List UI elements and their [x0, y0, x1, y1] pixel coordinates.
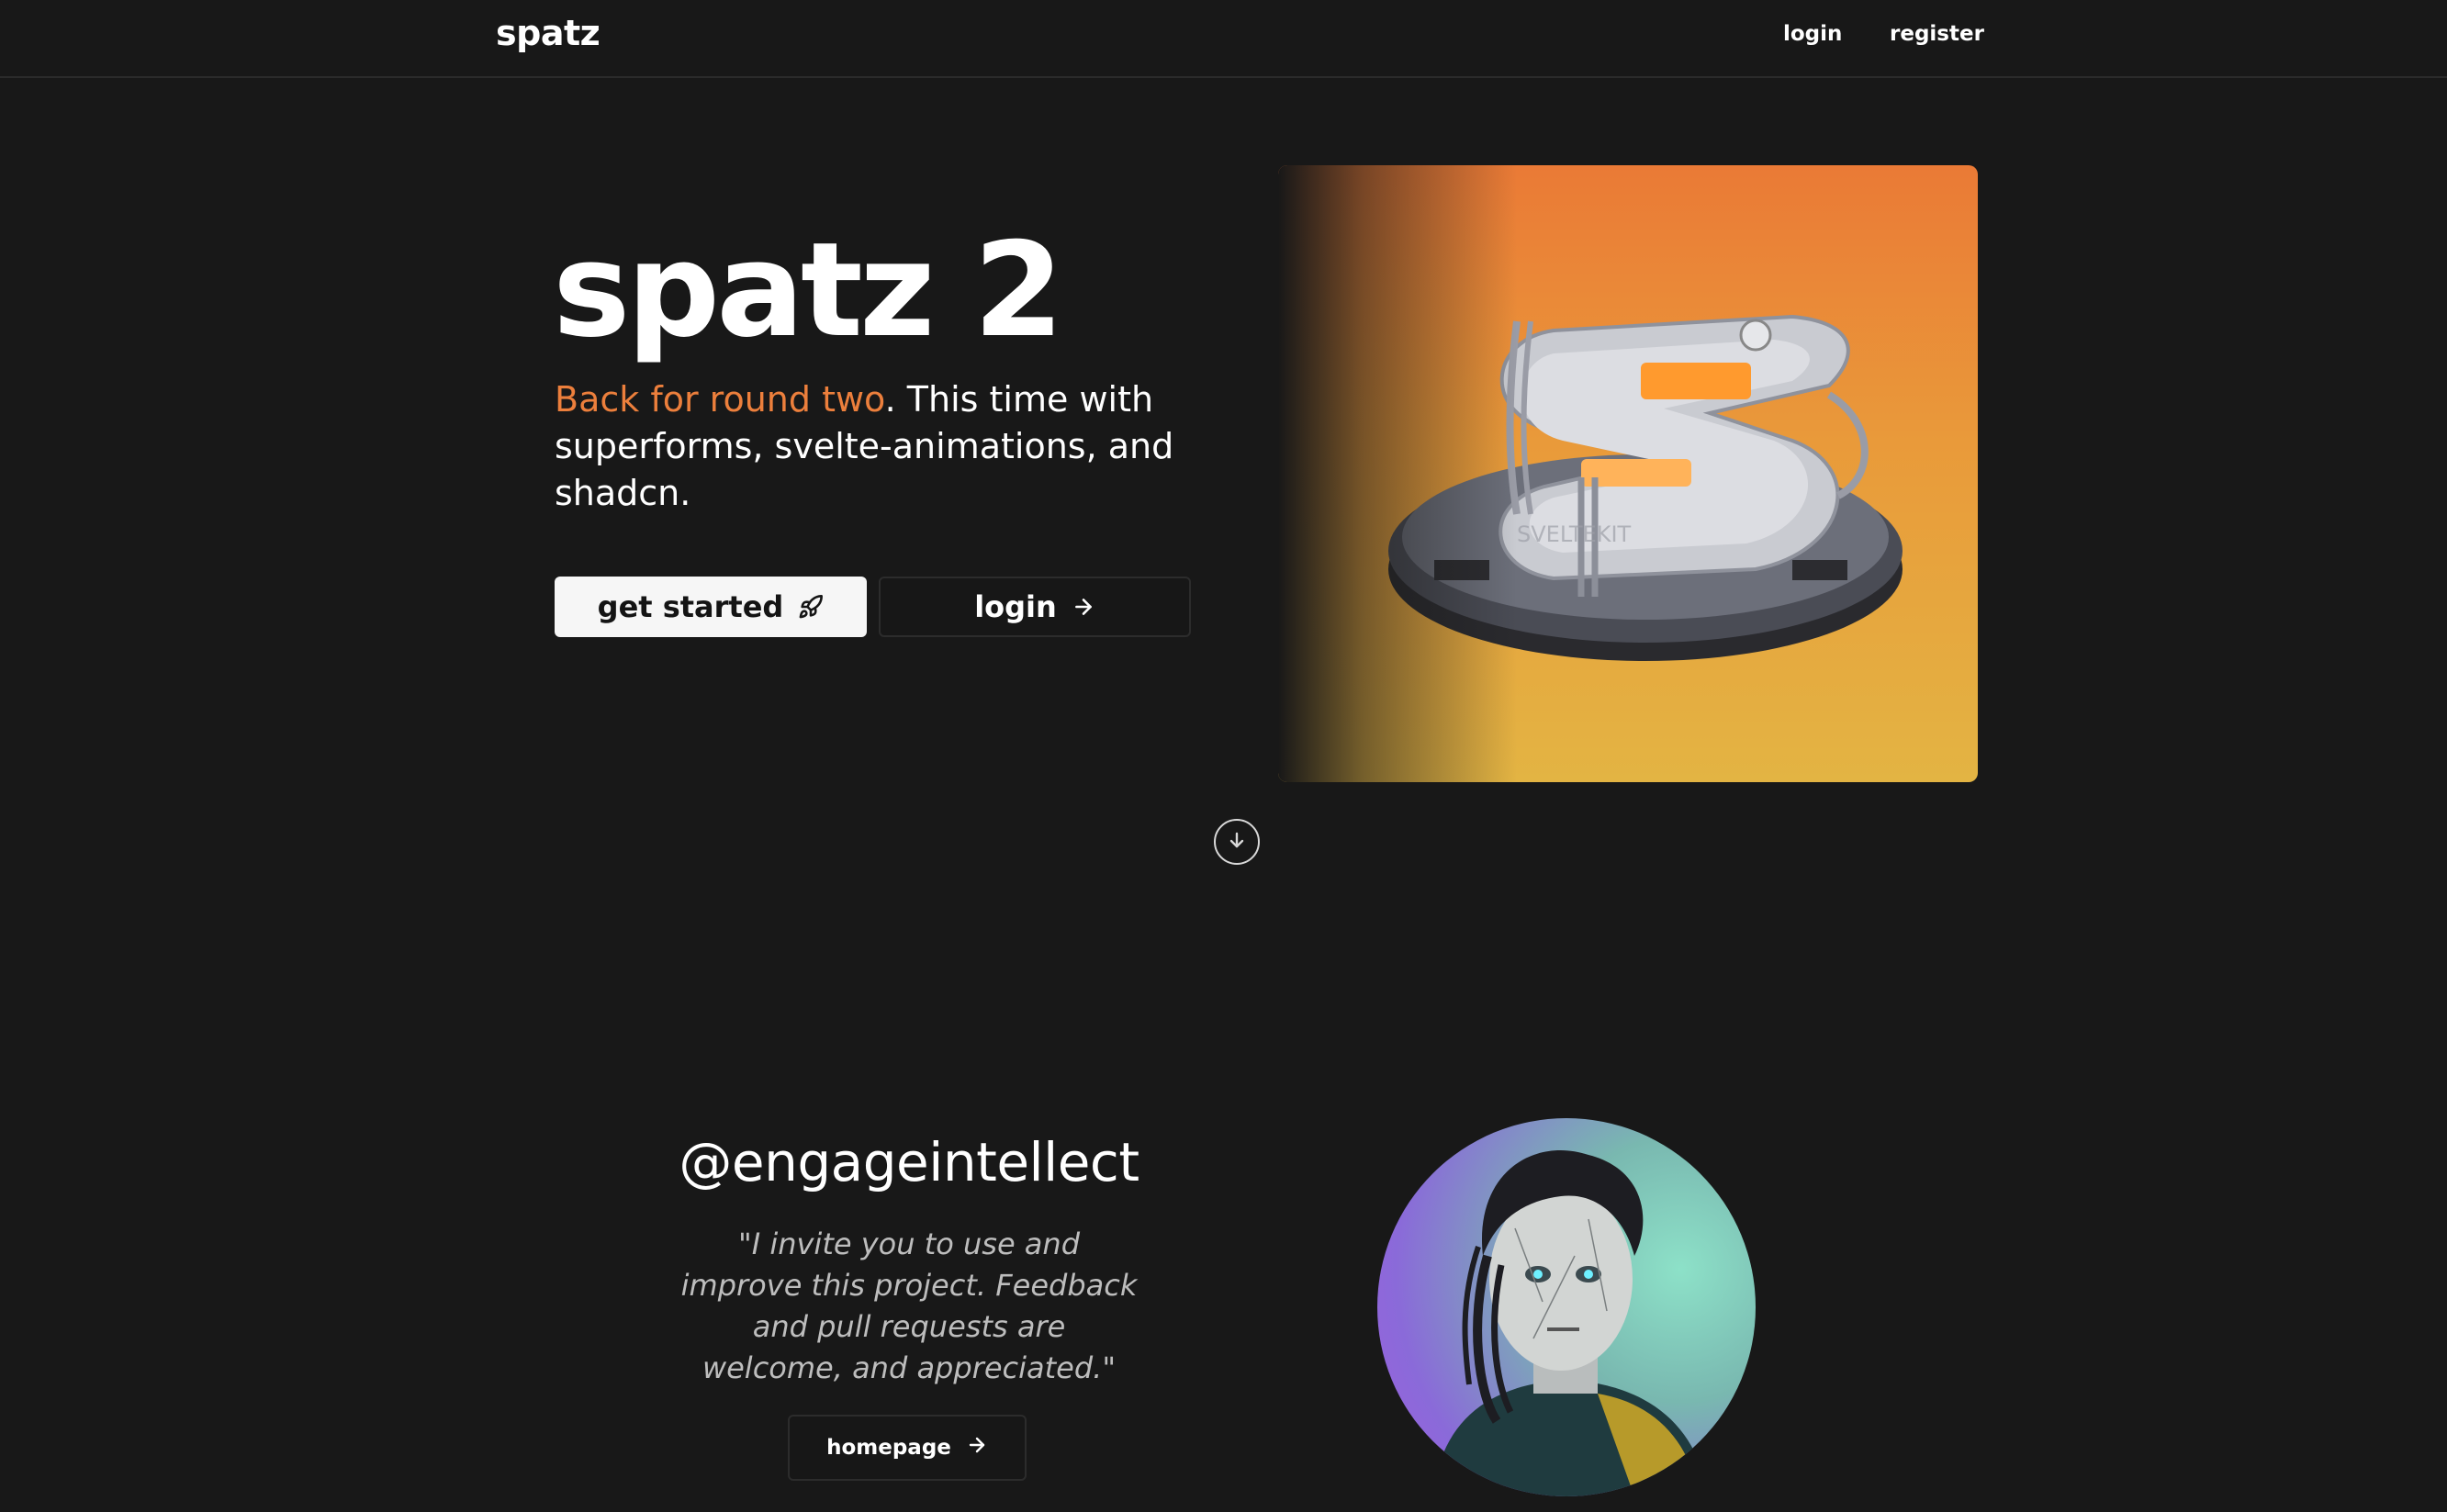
hero-title: spatz 2 [553, 215, 1064, 366]
hero-login-button[interactable]: login [879, 577, 1191, 637]
get-started-label: get started [597, 589, 784, 624]
author-avatar [1377, 1118, 1756, 1496]
hero-image-fade [1278, 165, 1517, 782]
nav-login-link[interactable]: login [1783, 22, 1842, 46]
arrow-down-circle-icon [1226, 829, 1248, 855]
hero-image: SVELTEKIT [1278, 165, 1978, 782]
get-started-button[interactable]: get started [555, 577, 867, 637]
nav-register-link[interactable]: register [1890, 22, 1984, 46]
author-handle: @engageintellect [679, 1131, 1139, 1193]
brand-logo-link[interactable]: spatz [496, 13, 601, 53]
scroll-down-button[interactable] [1214, 819, 1260, 865]
author-quote: "I invite you to use and improve this pr… [680, 1226, 1138, 1385]
sveltekit-engraving: SVELTEKIT [1517, 521, 1632, 547]
homepage-button[interactable]: homepage [788, 1415, 1027, 1481]
hero-subtitle-accent: Back for round two [555, 379, 885, 420]
hero-subtitle: Back for round two. This time with super… [555, 376, 1216, 517]
hero-login-label: login [974, 589, 1057, 624]
arrow-right-icon [966, 1434, 988, 1462]
homepage-label: homepage [826, 1436, 951, 1460]
navbar: spatz login register [0, 0, 2447, 78]
rocket-icon [798, 594, 824, 620]
arrow-right-icon [1072, 595, 1095, 619]
